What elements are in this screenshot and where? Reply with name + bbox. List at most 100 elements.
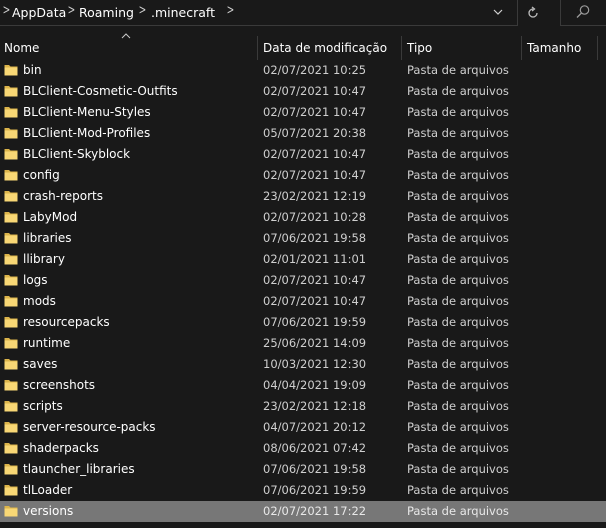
table-row[interactable]: tlauncher_libraries 07/06/2021 19:58 Pasta… bbox=[0, 459, 606, 480]
table-row[interactable]: BLClient-Cosmetic-Outfits 02/07/2021 10:4… bbox=[0, 81, 606, 102]
table-row[interactable]: saves 10/03/2021 12:30 Pasta de arquivos bbox=[0, 354, 606, 375]
table-row[interactable]: scripts 23/02/2021 12:18 Pasta de arquivos bbox=[0, 396, 606, 417]
file-date-modified: 02/07/2021 10:28 bbox=[263, 210, 367, 224]
file-type: Pasta de arquivos bbox=[407, 357, 509, 371]
file-type: Pasta de arquivos bbox=[407, 168, 509, 182]
folder-icon bbox=[4, 254, 18, 265]
file-type: Pasta de arquivos bbox=[407, 231, 509, 245]
column-divider[interactable] bbox=[597, 36, 598, 60]
file-type: Pasta de arquivos bbox=[407, 63, 509, 77]
folder-icon bbox=[4, 149, 18, 160]
file-name: logs bbox=[23, 273, 48, 287]
table-row[interactable]: crash-reports 23/02/2021 12:19 Pasta de ar… bbox=[0, 186, 606, 207]
sort-ascending-icon bbox=[121, 33, 131, 39]
file-name: screenshots bbox=[23, 378, 96, 392]
folder-icon bbox=[4, 107, 18, 118]
file-type: Pasta de arquivos bbox=[407, 315, 509, 329]
folder-icon bbox=[4, 485, 18, 496]
file-date-modified: 04/07/2021 20:12 bbox=[263, 420, 367, 434]
table-row[interactable]: shaderpacks 08/06/2021 07:42 Pasta de arqu… bbox=[0, 438, 606, 459]
table-row[interactable]: resourcepacks 07/06/2021 19:59 Pasta de ar… bbox=[0, 312, 606, 333]
folder-icon bbox=[4, 233, 18, 244]
folder-icon bbox=[4, 317, 18, 328]
breadcrumb-item-appdata[interactable]: AppData bbox=[12, 5, 66, 20]
table-row[interactable]: mods 02/07/2021 10:47 Pasta de arquivos bbox=[0, 291, 606, 312]
breadcrumb-item-roaming[interactable]: Roaming bbox=[79, 5, 134, 20]
column-header-date[interactable]: Data de modificação bbox=[263, 36, 387, 60]
file-type: Pasta de arquivos bbox=[407, 210, 509, 224]
breadcrumb-item-minecraft[interactable]: .minecraft bbox=[151, 5, 215, 20]
file-date-modified: 23/02/2021 12:19 bbox=[263, 189, 367, 203]
file-type: Pasta de arquivos bbox=[407, 441, 509, 455]
file-name: server-resource-packs bbox=[23, 420, 156, 434]
file-date-modified: 10/03/2021 12:30 bbox=[263, 357, 367, 371]
table-row[interactable]: server-resource-packs 04/07/2021 20:12 Pas… bbox=[0, 417, 606, 438]
table-row[interactable]: config 02/07/2021 10:47 Pasta de arquivos bbox=[0, 165, 606, 186]
file-name: saves bbox=[23, 357, 58, 371]
file-type: Pasta de arquivos bbox=[407, 126, 509, 140]
column-header-size[interactable]: Tamanho bbox=[527, 36, 581, 60]
column-header-row: Nome Data de modificação Tipo Tamanho bbox=[0, 33, 606, 60]
address-bar[interactable]: > AppData > Roaming > .minecraft > bbox=[0, 0, 518, 26]
file-type: Pasta de arquivos bbox=[407, 294, 509, 308]
table-row[interactable]: logs 02/07/2021 10:47 Pasta de arquivos bbox=[0, 270, 606, 291]
folder-icon bbox=[4, 338, 18, 349]
breadcrumb-separator-icon[interactable]: > bbox=[139, 3, 147, 18]
chevron-down-icon[interactable] bbox=[492, 4, 506, 20]
file-type: Pasta de arquivos bbox=[407, 504, 509, 518]
file-type: Pasta de arquivos bbox=[407, 252, 509, 266]
search-icon bbox=[576, 5, 590, 18]
column-divider[interactable] bbox=[257, 36, 258, 60]
breadcrumb-separator-icon[interactable]: > bbox=[227, 3, 235, 18]
file-date-modified: 25/06/2021 14:09 bbox=[263, 336, 367, 350]
column-divider[interactable] bbox=[401, 36, 402, 60]
file-date-modified: 02/07/2021 10:25 bbox=[263, 63, 367, 77]
file-date-modified: 02/07/2021 10:47 bbox=[263, 294, 367, 308]
file-name: BLClient-Cosmetic-Outfits bbox=[23, 84, 178, 98]
toolbar: > AppData > Roaming > .minecraft > bbox=[0, 0, 606, 28]
file-type: Pasta de arquivos bbox=[407, 273, 509, 287]
table-row[interactable]: runtime 25/06/2021 14:09 Pasta de arquivos bbox=[0, 333, 606, 354]
file-name: BLClient-Skyblock bbox=[23, 147, 131, 161]
folder-icon bbox=[4, 506, 18, 517]
folder-icon bbox=[4, 86, 18, 97]
column-header-name[interactable]: Nome bbox=[4, 36, 39, 60]
table-row[interactable]: tlLoader 07/06/2021 19:59 Pasta de arquivo… bbox=[0, 480, 606, 501]
file-date-modified: 02/07/2021 17:22 bbox=[263, 504, 367, 518]
column-header-type[interactable]: Tipo bbox=[407, 36, 432, 60]
file-name: llibrary bbox=[23, 252, 65, 266]
file-type: Pasta de arquivos bbox=[407, 84, 509, 98]
search-box[interactable] bbox=[560, 0, 606, 26]
table-row[interactable]: BLClient-Mod-Profiles 05/07/2021 20:38 Pas… bbox=[0, 123, 606, 144]
table-row[interactable]: versions 02/07/2021 17:22 Pasta de arquivo… bbox=[0, 501, 606, 522]
table-row[interactable]: bin 02/07/2021 10:25 Pasta de arquivos bbox=[0, 60, 606, 81]
file-date-modified: 05/07/2021 20:38 bbox=[263, 126, 367, 140]
table-row[interactable]: screenshots 04/04/2021 19:09 Pasta de arqu… bbox=[0, 375, 606, 396]
table-row[interactable]: libraries 07/06/2021 19:58 Pasta de arquiv… bbox=[0, 228, 606, 249]
file-date-modified: 07/06/2021 19:58 bbox=[263, 231, 367, 245]
file-type: Pasta de arquivos bbox=[407, 378, 509, 392]
folder-icon bbox=[4, 296, 18, 307]
file-name: libraries bbox=[23, 231, 72, 245]
file-name: BLClient-Menu-Styles bbox=[23, 105, 151, 119]
file-date-modified: 07/06/2021 19:59 bbox=[263, 483, 367, 497]
table-row[interactable]: llibrary 02/01/2021 11:01 Pasta de arquivo… bbox=[0, 249, 606, 270]
table-row[interactable]: BLClient-Menu-Styles 02/07/2021 10:47 Past… bbox=[0, 102, 606, 123]
file-name: BLClient-Mod-Profiles bbox=[23, 126, 151, 140]
refresh-button[interactable] bbox=[520, 0, 546, 26]
column-divider[interactable] bbox=[521, 36, 522, 60]
file-name: scripts bbox=[23, 399, 63, 413]
file-type: Pasta de arquivos bbox=[407, 483, 509, 497]
folder-icon bbox=[4, 464, 18, 475]
file-name: resourcepacks bbox=[23, 315, 110, 329]
file-name: shaderpacks bbox=[23, 441, 99, 455]
breadcrumb-separator-icon[interactable]: > bbox=[68, 3, 76, 18]
file-name: LabyMod bbox=[23, 210, 78, 224]
table-row[interactable]: BLClient-Skyblock 02/07/2021 10:47 Pasta d… bbox=[0, 144, 606, 165]
file-date-modified: 02/07/2021 10:47 bbox=[263, 147, 367, 161]
table-row[interactable]: LabyMod 02/07/2021 10:28 Pasta de arquivos bbox=[0, 207, 606, 228]
file-type: Pasta de arquivos bbox=[407, 189, 509, 203]
file-type: Pasta de arquivos bbox=[407, 336, 509, 350]
file-type: Pasta de arquivos bbox=[407, 105, 509, 119]
folder-icon bbox=[4, 128, 18, 139]
